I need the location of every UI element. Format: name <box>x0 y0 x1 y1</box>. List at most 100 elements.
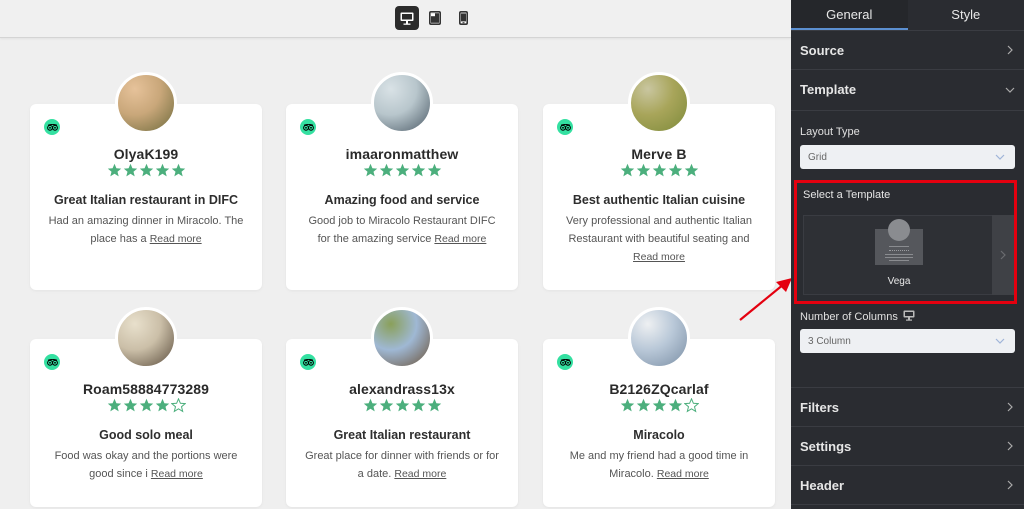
star-empty-icon <box>170 398 186 413</box>
read-more-link[interactable]: Read more <box>633 251 685 263</box>
star-filled-icon <box>427 163 441 177</box>
review-text: Me and my friend had a good time in Mira… <box>543 447 775 483</box>
review-card: Merve B Best authentic Italian cuisine Ver… <box>543 72 775 290</box>
sidebar-tabs: General Style <box>791 0 1024 31</box>
template-avatar-placeholder <box>888 219 910 241</box>
section-settings-label: Settings <box>800 438 852 454</box>
section-template-label: Template <box>800 82 857 97</box>
reviewer-name: Roam58884773289 <box>82 381 210 397</box>
star-filled-icon <box>107 163 121 177</box>
reviewer-name: imaaronmatthew <box>345 146 459 162</box>
tab-style[interactable]: Style <box>908 0 1024 30</box>
star-filled-icon <box>411 163 425 177</box>
reviewer-name: OlyaK199 <box>113 146 179 162</box>
tripadvisor-icon <box>557 119 573 135</box>
star-empty-icon <box>683 398 699 413</box>
review-card: alexandrass13x Great Italian restaurant Gr… <box>286 307 518 507</box>
reviewer-avatar <box>115 72 177 134</box>
section-settings[interactable]: Settings <box>791 427 1024 466</box>
columns-value: 3 Column <box>808 335 851 347</box>
star-filled-icon <box>395 398 409 412</box>
review-text: Good job to Miracolo Restaurant DIFC for… <box>286 212 518 248</box>
star-filled-icon <box>363 398 377 412</box>
desktop-icon <box>400 12 414 25</box>
select-template-label: Select a Template <box>803 189 891 201</box>
section-source-label: Source <box>800 42 845 58</box>
desktop-icon <box>903 310 915 321</box>
section-template[interactable]: Template <box>791 70 1024 109</box>
tripadvisor-icon <box>300 354 316 370</box>
layout-type-value: Grid <box>808 151 827 163</box>
chevron-down-icon <box>1005 87 1015 93</box>
star-filled-icon <box>652 163 666 177</box>
star-filled-icon <box>636 398 650 412</box>
star-filled-icon <box>155 398 169 412</box>
template-thumbnail <box>875 219 923 265</box>
chevron-right-icon <box>1000 250 1006 260</box>
review-excerpt: Had an amazing dinner in Miracolo. The p… <box>48 215 244 245</box>
review-card: imaaronmatthew Amazing food and service Go… <box>286 72 518 290</box>
star-filled-icon <box>427 398 441 412</box>
review-text: Had an amazing dinner in Miracolo. The p… <box>30 212 262 248</box>
read-more-link[interactable]: Read more <box>657 468 709 480</box>
tablet-view-button[interactable] <box>423 6 447 30</box>
star-filled-icon <box>139 163 153 177</box>
star-filled-icon <box>620 398 634 412</box>
section-source[interactable]: Source <box>791 31 1024 70</box>
preview-toolbar <box>0 0 791 38</box>
reviewer-name: B2126ZQcarlaf <box>609 381 709 397</box>
chevron-down-icon <box>995 154 1005 160</box>
tripadvisor-icon <box>557 354 573 370</box>
read-more-link[interactable]: Read more <box>434 233 486 245</box>
star-filled-icon <box>668 163 682 177</box>
star-filled-icon <box>636 163 650 177</box>
select-template-highlight: Select a Template Vega <box>794 180 1017 304</box>
star-filled-icon <box>155 163 169 177</box>
annotation-arrow-icon <box>739 278 791 321</box>
review-excerpt: Food was okay and the portions were good… <box>54 450 238 480</box>
star-filled-icon <box>652 398 666 412</box>
review-text: Food was okay and the portions were good… <box>30 447 262 483</box>
review-text: Great place for dinner with friends or f… <box>286 447 518 483</box>
chevron-down-icon <box>995 338 1005 344</box>
star-filled-icon <box>620 163 634 177</box>
review-excerpt: Very professional and authentic Italian … <box>566 215 752 245</box>
star-filled-icon <box>123 163 137 177</box>
read-more-link[interactable]: Read more <box>151 468 203 480</box>
reviewer-avatar <box>628 72 690 134</box>
tab-general[interactable]: General <box>791 0 908 30</box>
section-filters-label: Filters <box>800 399 840 415</box>
columns-select[interactable]: 3 Column <box>800 329 1015 353</box>
star-rating <box>30 163 262 179</box>
tripadvisor-icon <box>44 119 60 135</box>
review-title: Good solo meal <box>99 428 193 442</box>
review-title: Great Italian restaurant in DIFC <box>53 193 239 207</box>
review-card: Roam58884773289 Good solo meal Food was ok… <box>30 307 262 507</box>
star-filled-icon <box>107 398 121 412</box>
layout-type-select[interactable]: Grid <box>800 145 1015 169</box>
read-more-link[interactable]: Read more <box>394 468 446 480</box>
star-filled-icon <box>139 398 153 412</box>
star-rating <box>286 163 518 179</box>
star-filled-icon <box>379 163 393 177</box>
reviewer-name: alexandrass13x <box>349 381 455 397</box>
desktop-view-button[interactable] <box>395 6 419 30</box>
preview-area: OlyaK199 Great Italian restaurant in DIFC… <box>0 0 791 509</box>
template-next-button[interactable] <box>992 215 1014 295</box>
reviewer-avatar <box>371 307 433 369</box>
read-more-link[interactable]: Read more <box>150 233 202 245</box>
mobile-view-button[interactable] <box>451 6 475 30</box>
star-rating <box>286 398 518 414</box>
section-header[interactable]: Header <box>791 466 1024 505</box>
chevron-right-icon <box>1007 480 1013 490</box>
review-title: Amazing food and service <box>324 193 480 207</box>
columns-label-text: Number of Columns <box>800 311 898 323</box>
reviewer-avatar <box>115 307 177 369</box>
star-filled-icon <box>395 163 409 177</box>
chevron-right-icon <box>1007 441 1013 451</box>
review-title: Best authentic Italian cuisine <box>572 193 746 207</box>
template-name: Vega <box>887 276 911 287</box>
review-title: Miracolo <box>633 428 685 442</box>
section-filters[interactable]: Filters <box>791 388 1024 427</box>
template-option-vega[interactable]: Vega <box>803 215 993 295</box>
